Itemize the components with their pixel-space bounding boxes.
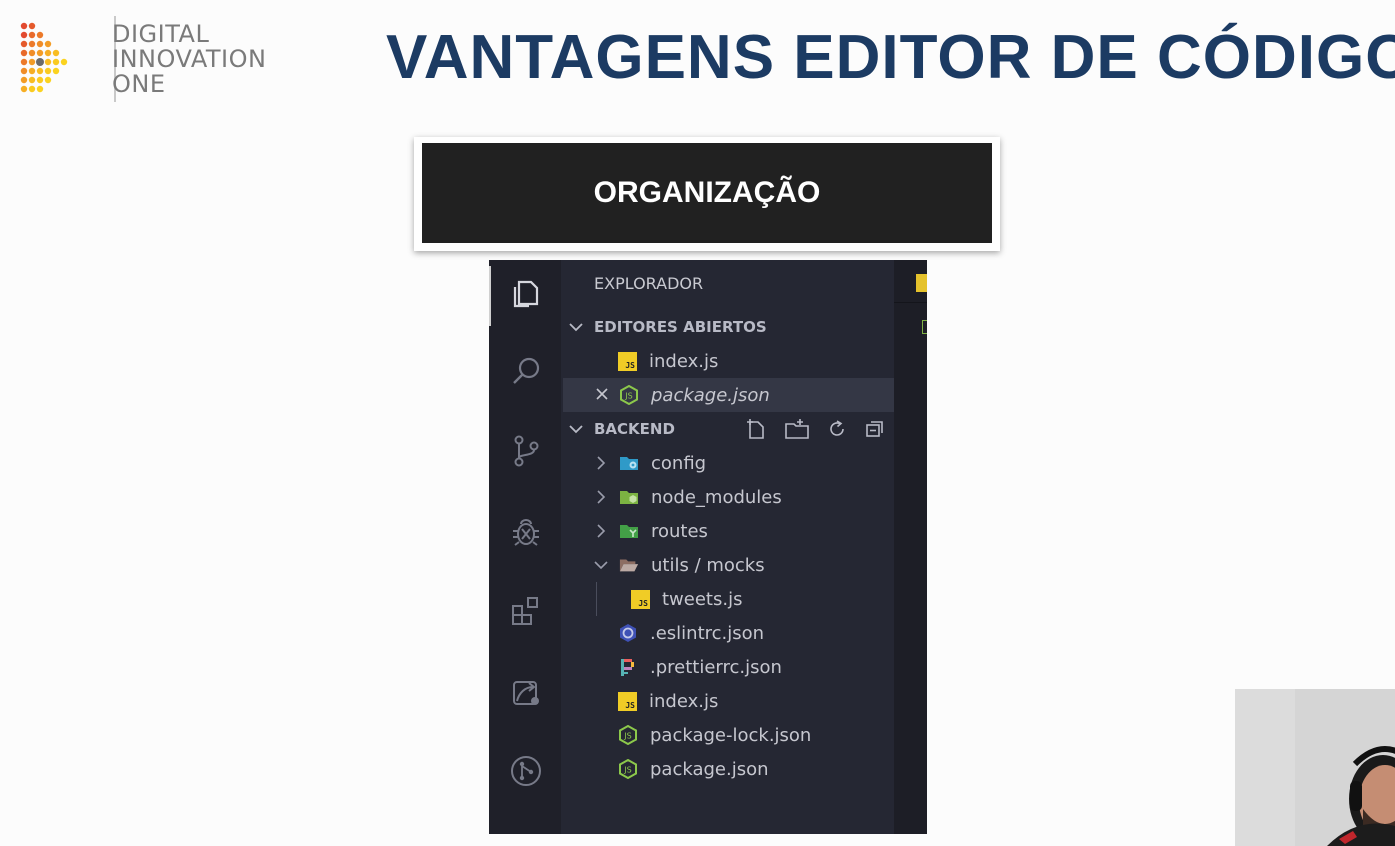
- node-file-icon: JS: [619, 725, 637, 745]
- slide-title: VANTAGENS EDITOR DE CÓDIGO: [386, 23, 1395, 92]
- tree-file[interactable]: JS package.json: [563, 752, 894, 786]
- tree-folder-open[interactable]: utils / mocks: [563, 548, 894, 582]
- git-graph-icon[interactable]: [507, 752, 545, 790]
- logo-line-1: DIGITAL: [112, 20, 210, 48]
- collapse-all-icon[interactable]: [864, 418, 886, 440]
- chevron-right-icon: [593, 455, 609, 471]
- files-icon[interactable]: [507, 274, 545, 312]
- file-name: package.json: [650, 758, 769, 780]
- project-header[interactable]: BACKEND: [563, 412, 894, 446]
- chevron-right-icon: [593, 489, 609, 505]
- tab-separator: [894, 302, 927, 303]
- editor-tab-edge: [916, 274, 927, 292]
- file-name: tweets.js: [662, 588, 743, 610]
- tree-file[interactable]: JS tweets.js: [563, 582, 894, 616]
- tree-file[interactable]: JS index.js: [563, 684, 894, 718]
- js-file-icon: JS: [618, 691, 637, 711]
- dio-logo-icon: [20, 22, 68, 93]
- tree-folder[interactable]: node_modules: [563, 480, 894, 514]
- debug-icon[interactable]: [507, 513, 545, 551]
- extensions-icon[interactable]: [507, 592, 545, 630]
- js-file-icon: JS: [631, 589, 650, 609]
- open-editors-label: EDITORES ABIERTOS: [594, 318, 767, 336]
- vscode-explorer-screenshot: EXPLORADOR EDITORES ABIERTOS JS index.js…: [489, 260, 927, 834]
- dio-logo: DIGITAL INNOVATION ONE: [18, 16, 288, 103]
- remote-explorer-icon[interactable]: [507, 673, 545, 711]
- presenter-video: [1235, 689, 1395, 846]
- file-name: .eslintrc.json: [650, 622, 765, 644]
- file-name: package.json: [651, 384, 770, 406]
- tree-folder[interactable]: config: [563, 446, 894, 480]
- routes-folder-icon: [620, 525, 638, 538]
- activity-bar: [489, 260, 561, 834]
- node-file-icon: JS: [620, 385, 638, 405]
- chevron-down-icon: [593, 557, 609, 573]
- file-name: package-lock.json: [650, 724, 812, 746]
- svg-text:JS: JS: [623, 766, 631, 775]
- active-indicator: [489, 266, 491, 326]
- new-folder-icon[interactable]: [784, 418, 810, 440]
- close-icon[interactable]: [595, 385, 611, 406]
- explorer-title: EXPLORADOR: [594, 274, 704, 293]
- open-editor-item-selected[interactable]: JS package.json: [563, 378, 894, 412]
- logo-text: DIGITAL INNOVATION ONE: [112, 22, 266, 97]
- folder-name: config: [651, 452, 707, 474]
- folder-name: utils / mocks: [651, 554, 765, 576]
- chevron-down-icon: [568, 319, 584, 335]
- logo-line-2: INNOVATION: [112, 45, 267, 73]
- explorer-actions: [744, 412, 894, 446]
- file-name: .prettierrc.json: [650, 656, 782, 678]
- editor-area-edge: [894, 260, 927, 834]
- js-file-icon: JS: [618, 351, 637, 371]
- svg-text:JS: JS: [624, 392, 632, 401]
- search-icon[interactable]: [507, 353, 545, 391]
- new-file-icon[interactable]: [744, 418, 768, 440]
- banner-label: ORGANIZAÇÃO: [593, 176, 821, 209]
- open-editors-header[interactable]: EDITORES ABIERTOS: [563, 310, 894, 344]
- prettier-icon: [621, 659, 634, 676]
- file-name: index.js: [649, 350, 719, 372]
- refresh-icon[interactable]: [826, 418, 848, 440]
- chevron-down-icon: [568, 421, 584, 437]
- source-control-icon[interactable]: [507, 432, 545, 470]
- config-folder-icon: [620, 457, 638, 470]
- open-folder-icon: [619, 559, 639, 572]
- banner-card: ORGANIZAÇÃO: [414, 137, 1000, 251]
- webcam-overlay: [1235, 689, 1395, 846]
- svg-text:JS: JS: [623, 732, 631, 741]
- tree-file[interactable]: JS package-lock.json: [563, 718, 894, 752]
- node-folder-icon: [620, 491, 638, 504]
- folder-name: node_modules: [651, 486, 782, 508]
- tree-file[interactable]: .prettierrc.json: [563, 650, 894, 684]
- chevron-right-icon: [593, 523, 609, 539]
- eslint-icon: [620, 624, 636, 642]
- project-label: BACKEND: [594, 420, 675, 438]
- node-file-icon: JS: [619, 759, 637, 779]
- file-name: index.js: [649, 690, 719, 712]
- tree-file[interactable]: .eslintrc.json: [563, 616, 894, 650]
- logo-line-3: ONE: [112, 70, 166, 98]
- folder-name: routes: [651, 520, 708, 542]
- tree-folder[interactable]: routes: [563, 514, 894, 548]
- editor-glyph: [922, 320, 927, 334]
- banner: ORGANIZAÇÃO: [422, 143, 992, 243]
- open-editor-item[interactable]: JS index.js: [563, 344, 894, 378]
